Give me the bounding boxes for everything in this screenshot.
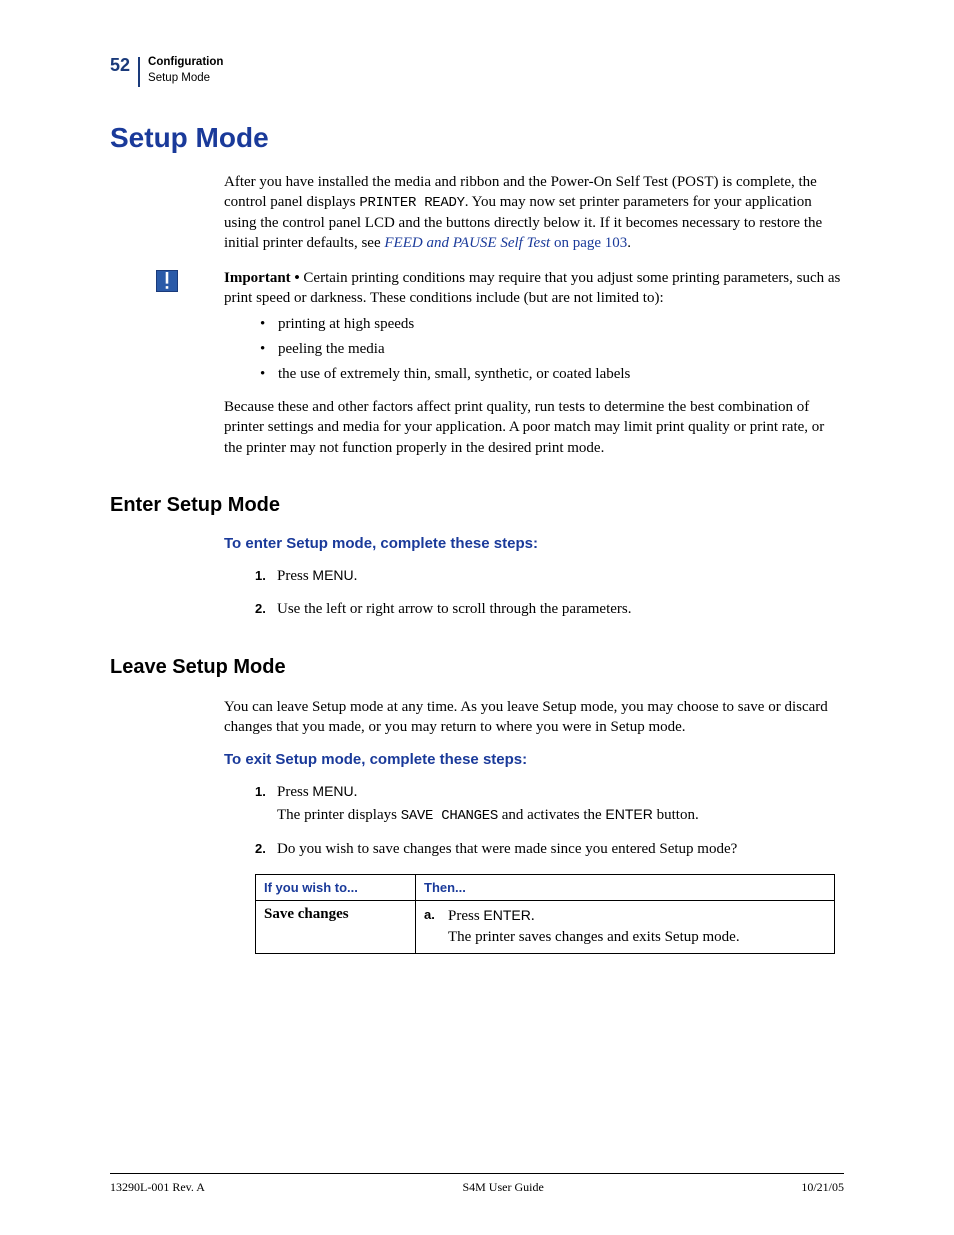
sub-marker: a. xyxy=(424,906,448,948)
save-changes-table: If you wish to... Then... Save changes a… xyxy=(255,874,835,954)
ui-enter: ENTER xyxy=(483,907,530,923)
heading-enter-setup: Enter Setup Mode xyxy=(110,494,844,517)
step-text: Do you wish to save changes that were ma… xyxy=(277,841,737,857)
step-post: . xyxy=(354,568,358,584)
step-item: Press MENU. xyxy=(255,566,844,587)
xref-italic: FEED and PAUSE Self Test xyxy=(384,235,554,251)
after-bullets-paragraph: Because these and other factors affect p… xyxy=(224,397,844,458)
xref-page: on page 103 xyxy=(554,235,627,251)
substep-pre: The printer displays xyxy=(277,807,401,823)
page-title: Setup Mode xyxy=(110,122,844,154)
substep-post: button. xyxy=(653,807,699,823)
press-text: Press xyxy=(448,908,483,924)
note-body: Important • Certain printing conditions … xyxy=(224,268,844,309)
leave-steps-title: To exit Setup mode, complete these steps… xyxy=(224,751,844,768)
footer-title: S4M User Guide xyxy=(462,1180,543,1195)
header-breadcrumb: Configuration Setup Mode xyxy=(148,55,223,86)
lcd-text-save-changes: SAVE CHANGES xyxy=(401,808,498,824)
step-item: Do you wish to save changes that were ma… xyxy=(255,839,844,860)
xref-feed-pause-self-test[interactable]: FEED and PAUSE Self Test on page 103 xyxy=(384,235,627,251)
chapter-name: Configuration xyxy=(148,55,223,71)
substep-mid: and activates the xyxy=(498,807,605,823)
press-post: . xyxy=(531,908,535,924)
table-header-if: If you wish to... xyxy=(256,874,416,900)
result-text: The printer saves changes and exits Setu… xyxy=(448,927,826,948)
leave-intro-paragraph: You can leave Setup mode at any time. As… xyxy=(224,697,844,738)
page-header: 52 Configuration Setup Mode xyxy=(110,55,844,87)
note-icon-column xyxy=(110,268,224,292)
important-label: Important • xyxy=(224,270,303,286)
page-footer: 13290L-001 Rev. A S4M User Guide 10/21/0… xyxy=(110,1173,844,1195)
sub-step: a. Press ENTER. The printer saves change… xyxy=(424,906,826,948)
intro-paragraph: After you have installed the media and r… xyxy=(224,172,844,254)
table-header-row: If you wish to... Then... xyxy=(256,874,835,900)
ui-enter: ENTER xyxy=(605,806,652,822)
lcd-text-printer-ready: PRINTER READY xyxy=(359,195,464,211)
step-text: Use the left or right arrow to scroll th… xyxy=(277,601,631,617)
important-note: Important • Certain printing conditions … xyxy=(110,268,844,309)
footer-docid: 13290L-001 Rev. A xyxy=(110,1180,205,1195)
table-cell-then: a. Press ENTER. The printer saves change… xyxy=(416,900,835,953)
table-cell-wish: Save changes xyxy=(256,900,416,953)
section-name: Setup Mode xyxy=(148,71,223,87)
conditions-list: printing at high speeds peeling the medi… xyxy=(260,316,844,383)
step-post: . xyxy=(354,784,358,800)
footer-date: 10/21/05 xyxy=(801,1180,844,1195)
step-item: Use the left or right arrow to scroll th… xyxy=(255,599,844,620)
list-item: printing at high speeds xyxy=(260,316,844,333)
enter-steps-list: Press MENU. Use the left or right arrow … xyxy=(255,566,844,620)
table-header-then: Then... xyxy=(416,874,835,900)
list-item: the use of extremely thin, small, synthe… xyxy=(260,366,844,383)
sub-content: Press ENTER. The printer saves changes a… xyxy=(448,906,826,948)
ui-menu: MENU xyxy=(312,567,353,583)
note-text: Certain printing conditions may require … xyxy=(224,270,840,306)
page-number: 52 xyxy=(110,55,138,76)
table-row: Save changes a. Press ENTER. The printer… xyxy=(256,900,835,953)
ui-menu: MENU xyxy=(312,783,353,799)
intro-text-3: . xyxy=(627,235,631,251)
step-text: Press xyxy=(277,568,312,584)
enter-steps-title: To enter Setup mode, complete these step… xyxy=(224,535,844,552)
step-substep: The printer displays SAVE CHANGES and ac… xyxy=(277,805,844,827)
heading-leave-setup: Leave Setup Mode xyxy=(110,656,844,679)
step-item: Press MENU. The printer displays SAVE CH… xyxy=(255,782,844,827)
leave-steps-list: Press MENU. The printer displays SAVE CH… xyxy=(255,782,844,860)
important-icon xyxy=(156,270,178,292)
step-text: Press xyxy=(277,784,312,800)
list-item: peeling the media xyxy=(260,341,844,358)
header-divider xyxy=(138,57,140,87)
